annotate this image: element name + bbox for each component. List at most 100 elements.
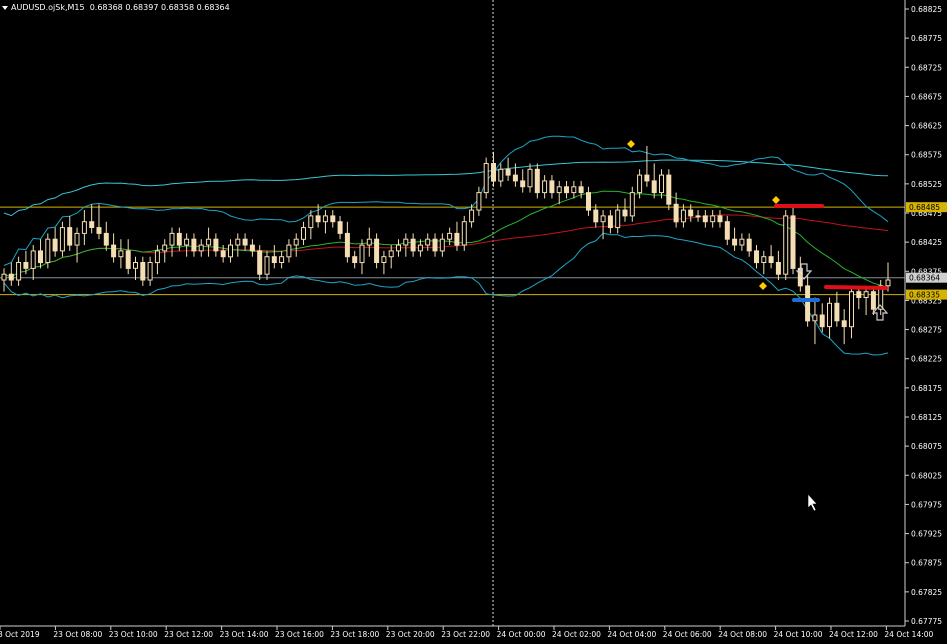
price-tick-label: 0.68225 (911, 355, 942, 364)
price-tick-label: 0.68275 (911, 326, 942, 335)
candle-body (264, 256, 270, 275)
candle-body (659, 174, 664, 194)
time-tick-label: 24 Oct 10:00 (774, 630, 823, 639)
candle-body (352, 256, 358, 264)
time-tick-label: 23 Oct 20:00 (386, 630, 435, 639)
candle-body (257, 250, 263, 275)
candle-body (308, 215, 314, 229)
candle-body (695, 215, 701, 218)
candle-body (454, 232, 460, 246)
low-value: 0.68358 (160, 3, 195, 12)
price-tick-label: 0.67875 (911, 559, 942, 568)
candle-body (118, 250, 124, 258)
candle-body (849, 291, 854, 328)
candle-body (754, 250, 759, 264)
candle-body (827, 302, 832, 328)
candle-body (96, 227, 102, 234)
candle-body (885, 279, 891, 287)
candle-body (103, 232, 109, 246)
price-tick-label: 0.68025 (911, 471, 942, 480)
candle-body (834, 302, 840, 322)
candle-body (469, 209, 475, 223)
price-tick-label: 0.68725 (911, 63, 942, 72)
candle-body (125, 250, 131, 269)
price-tick-label: 0.68175 (911, 384, 942, 393)
candle-body (783, 215, 789, 275)
candle-body (235, 238, 241, 246)
candle-body (607, 215, 613, 229)
time-tick-label: 23 Oct 16:00 (275, 630, 324, 639)
candle-body (366, 238, 372, 246)
price-tick-label: 0.68625 (911, 122, 942, 131)
candle-body (571, 186, 577, 194)
candle-body (213, 238, 219, 252)
chart-header: AUDUSD.ojSk,M15 0.68368 0.68397 0.68358 … (2, 3, 230, 12)
red-level-marker (824, 285, 888, 290)
candle-body (702, 215, 708, 223)
candle-body (249, 244, 255, 252)
candle-body (184, 238, 190, 246)
time-tick-label: 23 Oct 14:00 (220, 630, 269, 639)
chart-window[interactable]: AUDUSD.ojSk,M15 0.68368 0.68397 0.68358 … (0, 0, 947, 640)
price-tick-label: 0.68775 (911, 34, 942, 43)
candle-body (133, 262, 138, 269)
candle-body (396, 244, 401, 252)
candle-body (403, 238, 409, 246)
price-tick-label: 0.68675 (911, 92, 942, 101)
candle-body (162, 244, 168, 252)
candle-body (870, 291, 876, 310)
time-tick-label: 24 Oct 14:00 (884, 630, 933, 639)
candle-body (198, 244, 204, 252)
candle-body (1, 273, 7, 281)
candle-body (863, 291, 869, 299)
time-tick-label: 3 Oct 2019 (0, 630, 40, 639)
candle-body (74, 232, 80, 246)
candle-body (169, 232, 175, 246)
candle-body (191, 238, 197, 252)
candle-body (286, 244, 292, 258)
candle-body (761, 256, 767, 264)
level-price-label: 0.68485 (909, 203, 940, 212)
time-tick-label: 23 Oct 10:00 (109, 630, 158, 639)
candle-body (812, 314, 818, 322)
candle-body (154, 250, 160, 264)
candle-body (819, 314, 825, 328)
candle-body (651, 180, 657, 194)
candle-body (622, 209, 628, 217)
candle-body (710, 215, 716, 223)
candle-body (417, 244, 423, 252)
candle-body (578, 186, 584, 194)
candle-body (491, 163, 496, 182)
chart-menu-triangle-icon[interactable] (2, 5, 8, 10)
candle-body (89, 221, 95, 228)
candle-body (330, 215, 336, 223)
candle-body (30, 250, 36, 269)
candle-body (542, 180, 548, 194)
candle-body (337, 221, 343, 234)
candle-body (746, 238, 752, 252)
candle-body (673, 203, 679, 223)
time-tick-label: 23 Oct 18:00 (330, 630, 379, 639)
time-tick-label: 23 Oct 12:00 (164, 630, 213, 639)
candle-body (483, 163, 489, 194)
price-tick-label: 0.68825 (911, 5, 942, 14)
candle-body (111, 244, 117, 258)
candle-body (629, 192, 635, 217)
time-tick-label: 24 Oct 02:00 (552, 630, 601, 639)
time-tick-label: 24 Oct 12:00 (829, 630, 878, 639)
candle-body (140, 262, 146, 281)
candle-body (176, 232, 182, 246)
candle-body (556, 186, 562, 194)
candle-body (644, 174, 650, 182)
candle-body (666, 174, 672, 205)
price-chart[interactable]: 0.68825 0.68775 0.68725 0.68675 0.68625 0.685… (0, 0, 947, 640)
candle-body (498, 168, 504, 182)
candle-body (228, 244, 233, 258)
price-tick-label: 0.67825 (911, 588, 942, 597)
candle-body (739, 238, 745, 246)
candle-body (637, 174, 643, 194)
price-tick-label: 0.67925 (911, 530, 942, 539)
time-tick-label: 24 Oct 08:00 (718, 630, 767, 639)
candle-body (293, 238, 299, 246)
candle-body (388, 250, 394, 258)
